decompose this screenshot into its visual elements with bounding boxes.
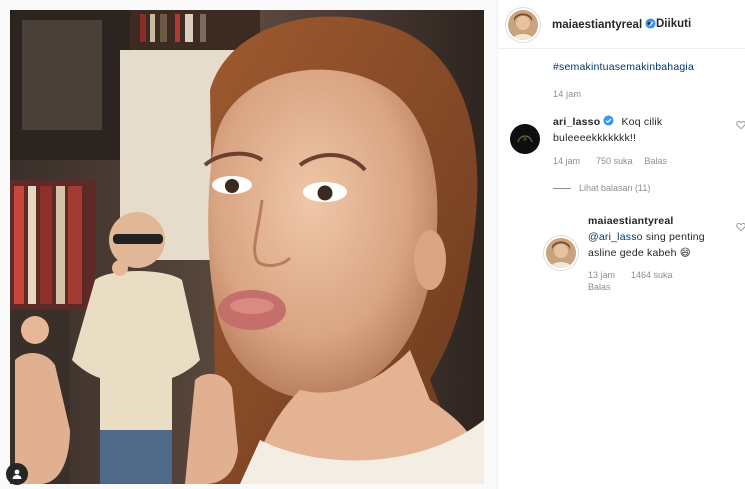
comment-body: ari_lasso Koq cilik buleeeekkkkkkk!! [553,114,662,146]
reply-username[interactable]: maiaestiantyreal [588,215,674,227]
reply-body: maiaestiantyreal @ari_lasso sing penting… [588,213,705,261]
reply-text-line2: asline gede kabeh 😄 [588,247,691,259]
reply-actions: Balas [588,282,611,292]
author-username-link[interactable]: maiaestiantyreal [552,18,656,31]
following-button[interactable]: Diikuti [656,18,691,30]
caption-timestamp[interactable]: 14 jam [553,89,581,99]
user-tag-button[interactable] [6,463,28,485]
comment-timestamp[interactable]: 14 jam [553,156,580,166]
author-avatar-image [508,10,538,40]
heart-icon[interactable] [736,222,745,232]
comment-text-line2: buleeeekkkkkkk!! [553,132,637,144]
reply-author-avatar-image [546,238,576,268]
post-header: maiaestiantyreal • Diikuti [498,0,745,49]
heart-icon[interactable] [736,120,745,130]
commenter-avatar-image [510,124,540,154]
author-username: maiaestiantyreal [552,19,643,31]
caption-hashtag[interactable]: #semakintuasemakinbahagia [553,61,694,73]
author-avatar[interactable] [508,10,538,40]
comment-like-count[interactable]: 750 suka [596,156,633,166]
replies-divider [553,187,571,189]
comment-username[interactable]: ari_lasso [553,116,600,128]
reply-meta: 13 jam 1464 suka [588,270,673,280]
view-replies-label: Lihat balasan (11) [579,183,651,193]
post-photo-illustration [0,0,497,489]
post-image[interactable] [0,0,497,489]
header-separator: • [647,18,651,30]
reply-button[interactable]: Balas [645,156,668,166]
reply-timestamp[interactable]: 13 jam [588,270,615,280]
comment-meta: 14 jam 750 suka Balas [553,156,667,166]
verified-badge-icon [603,115,614,126]
reply-reply-button[interactable]: Balas [588,282,611,292]
view-replies-button[interactable]: Lihat balasan (11) [553,183,650,193]
reply-author-avatar[interactable] [546,238,576,268]
comment-text-line1: Koq cilik [621,116,663,128]
reply-like-count[interactable]: 1464 suka [631,270,673,280]
post-side-panel: maiaestiantyreal • Diikuti #semakintuase… [497,0,745,489]
user-tag-icon [12,469,22,479]
commenter-avatar[interactable] [510,124,540,154]
reply-mention-link[interactable]: @ari_lasso [588,231,643,243]
reply-text-line1: sing penting [645,231,705,243]
